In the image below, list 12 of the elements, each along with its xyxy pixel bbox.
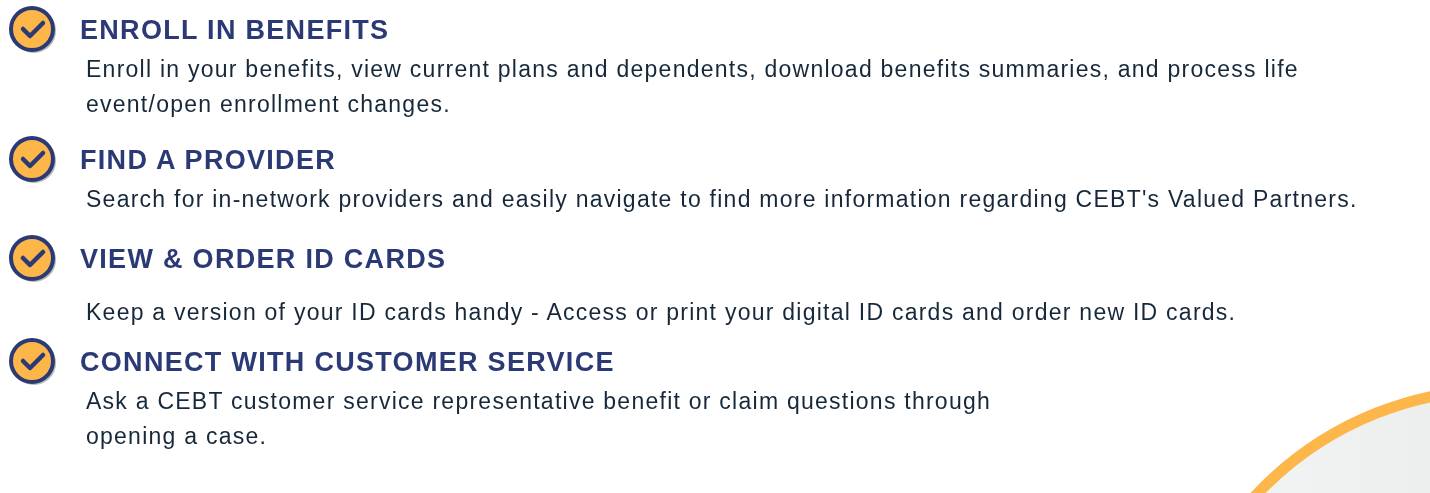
feature-title: VIEW & ORDER ID CARDS bbox=[80, 243, 447, 275]
checkmark-icon bbox=[8, 5, 58, 55]
feature-title: CONNECT WITH CUSTOMER SERVICE bbox=[80, 346, 615, 378]
feature-title: FIND A PROVIDER bbox=[80, 144, 336, 176]
checkmark-icon bbox=[8, 337, 58, 387]
checkmark-icon bbox=[8, 135, 58, 185]
feature-title: ENROLL IN BENEFITS bbox=[80, 14, 390, 46]
feature-description: Keep a version of your ID cards handy - Access or print your digital ID cards and order new ID cards. bbox=[86, 298, 1238, 327]
checkmark-icon bbox=[8, 234, 58, 284]
feature-description: Ask a CEBT customer service representative benefit or claim questions through opening a case. bbox=[86, 387, 993, 451]
feature-description: Search for in-network providers and easily navigate to find more information regarding CEBT's Valued Partners. bbox=[86, 185, 1359, 214]
feature-description: Enroll in your benefits, view current plans and dependents, download benefits summaries, and process life event/open enrollment changes. bbox=[86, 55, 1300, 119]
